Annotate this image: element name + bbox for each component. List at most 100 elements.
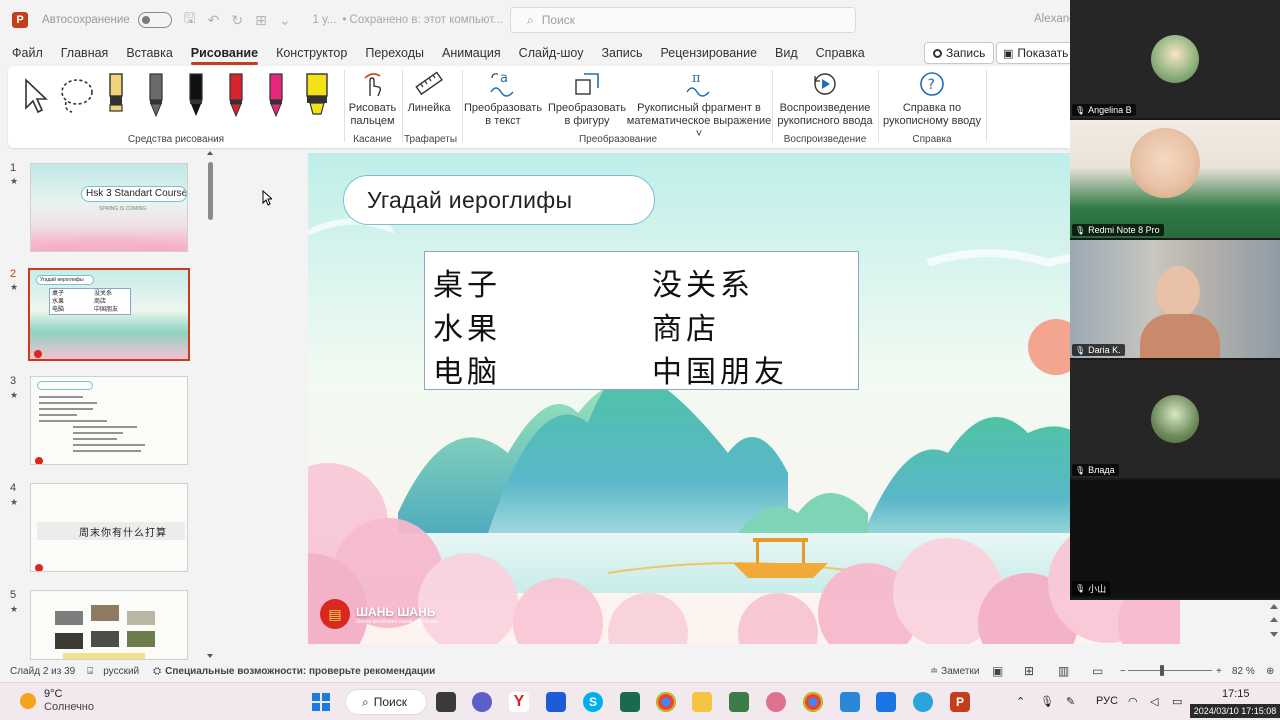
tab-view[interactable]: Вид [775,42,798,64]
app-icon[interactable] [620,692,640,712]
slide-thumbnail-2[interactable]: Угадай иероглифы 桌子 没关系 水果 商店 电脑 中国朋友 [28,268,190,361]
app-icon[interactable] [766,692,786,712]
slide-sorter-icon[interactable]: ⊞ [1024,664,1034,678]
save-icon[interactable]: 🖫 [184,8,196,32]
help-label-1: Справка по [902,102,962,114]
pen-red-icon[interactable] [228,72,244,118]
participant-tile[interactable]: 🎙 Влада [1070,360,1280,478]
tab-review[interactable]: Рецензирование [661,42,758,64]
group-label-convert: Преобразование [578,134,658,145]
file-explorer-icon[interactable] [692,692,712,712]
participant-tile[interactable]: 🎙 小山 [1070,480,1280,598]
record-button[interactable]: Запись [924,42,995,64]
ink-to-math-button[interactable]: π Рукописный фрагмент в математическое в… [624,70,774,141]
slide-thumbnail-4[interactable]: 周末你有什么打算 [30,483,188,572]
pen-beige-icon[interactable] [108,72,124,118]
zoom-slider-thumb[interactable] [1160,665,1164,676]
customize-toolbar-icon[interactable]: ⌄ [279,12,291,29]
slide-thumbnail-3[interactable] [30,376,188,465]
weather-widget[interactable]: 9°C Солнечно [20,688,94,714]
ink-help-button[interactable]: ? Справка по рукописному вводу [880,70,984,128]
tab-file[interactable]: Файл [12,42,43,64]
yandex-browser-icon[interactable]: Y [509,692,529,712]
thumbnails-scrollbar[interactable] [206,150,214,660]
autosave-toggle[interactable] [137,12,172,28]
normal-view-icon[interactable]: ▣ [992,664,1003,678]
participant-label: 🎙 小山 [1072,581,1111,596]
input-language[interactable]: РУС [1096,695,1118,707]
taskbar-search[interactable]: ⌕ Поиск [345,689,427,715]
redo-icon[interactable]: ↻ [231,12,243,29]
highlighter-yellow-icon[interactable] [304,72,330,118]
chrome-icon[interactable] [656,692,676,712]
participant-tile[interactable]: 🎙 Angelina B [1070,0,1280,118]
hanzi-table[interactable]: 桌子 没关系 水果 商店 电脑 中国朋友 [424,251,859,390]
slideshow-icon[interactable]: ▭ [1092,664,1103,678]
app-icon[interactable] [840,692,860,712]
tab-slideshow[interactable]: Слайд-шоу [519,42,584,64]
pen-gray-icon[interactable] [148,72,164,118]
participant-tile[interactable]: 🎙 Daria K. [1070,240,1280,358]
powerpoint-taskbar-icon[interactable]: P [950,692,970,712]
document-name[interactable]: 1 у... [313,14,337,26]
present-button[interactable]: ▣ Показать в [996,42,1070,64]
ink-to-shape-button[interactable]: Преобразовать в фигуру [548,70,626,128]
tab-transitions[interactable]: Переходы [365,42,424,64]
thumbnails-scroll-thumb[interactable] [208,162,213,220]
ruler-button[interactable]: Линейка [404,70,454,115]
lasso-select-icon[interactable] [58,76,96,116]
app-icon[interactable] [546,692,566,712]
search-input[interactable]: ⌕ Поиск [510,7,856,33]
zoom-out-icon[interactable]: − [1120,666,1126,677]
draw-with-finger-button[interactable]: Рисовать пальцем [345,70,400,128]
battery-icon[interactable]: ▭ [1172,695,1182,708]
select-arrow-icon[interactable] [22,78,48,116]
taskbar-clock[interactable]: 17:15 [1222,688,1250,700]
zoom-level[interactable]: 82 % [1232,666,1255,677]
tray-overflow-icon[interactable]: ⌃ [1016,695,1025,708]
ink-to-text-button[interactable]: a Преобразовать в текст [464,70,542,128]
calculator-icon[interactable] [729,692,749,712]
tab-home[interactable]: Главная [61,42,109,64]
tab-design[interactable]: Конструктор [276,42,347,64]
search-icon: ⌕ [362,694,369,709]
notes-button[interactable]: ≐ Заметки [930,666,979,677]
reading-view-icon[interactable]: ▥ [1058,664,1069,678]
telegram-icon[interactable] [913,692,933,712]
photos-icon[interactable] [876,692,896,712]
pen-tray-icon[interactable]: ✎ [1066,695,1075,708]
slide-thumbnail-5[interactable] [30,590,188,660]
spellcheck-icon[interactable]: ⌸ [87,666,93,677]
zoom-slider[interactable] [1128,665,1212,676]
fit-to-window-icon[interactable]: ⊕ [1266,666,1274,677]
task-view-icon[interactable] [436,692,456,712]
volume-icon[interactable]: ◁ [1150,695,1158,708]
tab-animations[interactable]: Анимация [442,42,501,64]
pen-pink-icon[interactable] [268,72,284,118]
slide-title[interactable]: Угадай иероглифы [343,175,655,225]
wifi-icon[interactable]: ◠ [1128,695,1138,708]
pen-black-icon[interactable] [188,72,204,118]
chrome-icon[interactable] [803,692,823,712]
zoom-in-icon[interactable]: + [1216,666,1222,677]
slide-thumbnail-1[interactable]: Hsk 3 Standart Course SPRING IS COMING [30,163,188,252]
accessibility-icon[interactable]: ⛭ [153,666,161,677]
present-from-start-icon[interactable]: ⊞ [255,12,267,29]
record-label: Запись [946,46,986,60]
slide-canvas[interactable]: Угадай иероглифы 桌子 没关系 水果 商店 电脑 中国朋友 ▤ … [308,153,1180,644]
tab-help[interactable]: Справка [816,42,865,64]
language-indicator[interactable]: русский [103,666,139,677]
accessibility-status[interactable]: Специальные возможности: проверьте реком… [165,666,435,677]
windows-start-icon[interactable] [312,693,330,711]
microphone-icon[interactable]: 🎙 [1040,695,1054,708]
undo-icon[interactable]: ↶ [208,12,220,29]
participant-tile[interactable]: 🎙 Redmi Note 8 Pro [1070,120,1280,238]
tab-insert[interactable]: Вставка [126,42,172,64]
ink-replay-button[interactable]: Воспроизведение рукописного ввода [774,70,876,128]
save-status[interactable]: • Сохранено в: этот компьют... [342,14,503,26]
tab-record[interactable]: Запись [601,42,642,64]
skype-icon[interactable]: S [583,692,603,712]
teams-chat-icon[interactable] [472,692,492,712]
tab-draw[interactable]: Рисование [190,42,259,65]
panel-scroll-arrows[interactable] [1268,600,1280,660]
